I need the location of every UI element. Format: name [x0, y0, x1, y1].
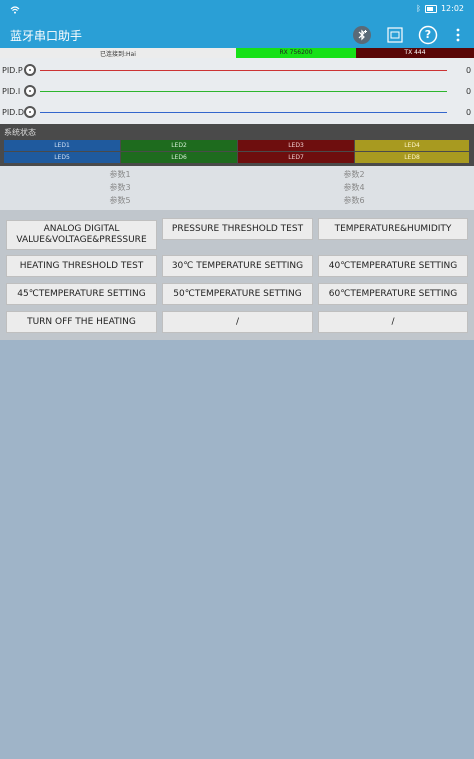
led-8: LED8 — [355, 152, 469, 163]
led-4: LED4 — [355, 140, 469, 151]
app-bar: 蓝牙串口助手 ? — [0, 22, 474, 48]
status-bar: ᛒ 12:02 — [0, 0, 474, 22]
param-2: 参数2 — [343, 170, 365, 179]
rx-counter: RX 756200 — [236, 48, 356, 58]
led-6: LED6 — [121, 152, 237, 163]
pid-d-label: PID.D — [2, 108, 25, 117]
pid-d-row: PID.D 0 — [0, 104, 474, 124]
pid-p-track[interactable] — [40, 70, 447, 71]
led-7: LED7 — [238, 152, 354, 163]
pid-d-value: 0 — [466, 108, 472, 117]
params-panel: 参数1 参数2 参数3 参数4 参数5 参数6 — [0, 166, 474, 210]
empty-slot-button[interactable]: / — [162, 311, 313, 333]
pid-i-label: PID.I — [2, 87, 21, 96]
system-state-title: 系统状态 — [4, 128, 36, 137]
pid-panel: PID.P 0 PID.I 0 PID.D 0 — [0, 58, 474, 124]
pid-p-row: PID.P 0 — [0, 62, 474, 82]
connection-status: 已连接到:Hai — [100, 51, 136, 58]
temp-50-setting-button[interactable]: 50℃TEMPERATURE SETTING — [162, 283, 313, 305]
status-time: 12:02 — [440, 4, 464, 13]
connection-row: 已连接到:Hai RX 756200 TX 444 — [0, 48, 474, 58]
pid-d-slider-knob[interactable] — [24, 106, 36, 118]
temp-60-setting-button[interactable]: 60℃TEMPERATURE SETTING — [318, 283, 468, 305]
pid-d-track[interactable] — [40, 112, 447, 113]
pid-p-slider-knob[interactable] — [24, 64, 36, 76]
bluetooth-status-icon: ᛒ — [416, 4, 421, 13]
overflow-menu-button[interactable] — [448, 25, 468, 45]
app-title: 蓝牙串口助手 — [10, 29, 83, 43]
param-3: 参数3 — [109, 183, 131, 192]
bluetooth-connect-button[interactable] — [352, 25, 372, 45]
pid-i-track[interactable] — [40, 91, 447, 92]
pid-i-row: PID.I 0 — [0, 83, 474, 103]
turn-off-heating-button[interactable]: TURN OFF THE HEATING — [6, 311, 157, 333]
led-5: LED5 — [4, 152, 120, 163]
screen-button[interactable] — [385, 25, 405, 45]
command-button-grid: ANALOG DIGITAL VALUE&VOLTAGE&PRESSURE PR… — [0, 210, 474, 340]
help-icon-label: ? — [424, 28, 432, 41]
temperature-humidity-button[interactable]: TEMPERATURE&HUMIDITY — [318, 218, 468, 240]
pid-i-slider-knob[interactable] — [24, 85, 36, 97]
system-state-panel: 系统状态 LED1 LED2 LED3 LED4 LED5 LED6 LED7 … — [0, 124, 474, 166]
temp-45-setting-button[interactable]: 45℃TEMPERATURE SETTING — [6, 283, 157, 305]
battery-icon — [424, 4, 437, 13]
more-vertical-icon — [456, 28, 460, 42]
analog-digital-button[interactable]: ANALOG DIGITAL VALUE&VOLTAGE&PRESSURE — [6, 220, 157, 250]
heating-threshold-button[interactable]: HEATING THRESHOLD TEST — [6, 255, 157, 277]
empty-slot-button[interactable]: / — [318, 311, 468, 333]
param-6: 参数6 — [343, 196, 365, 205]
help-button[interactable]: ? — [418, 25, 438, 45]
led-3: LED3 — [238, 140, 354, 151]
param-5: 参数5 — [109, 196, 131, 205]
bluetooth-plus-icon — [353, 26, 371, 44]
temp-30-setting-button[interactable]: 30℃ TEMPERATURE SETTING — [162, 255, 313, 277]
param-4: 参数4 — [343, 183, 365, 192]
receive-log[interactable] — [0, 340, 474, 759]
tx-counter: TX 444 — [356, 48, 474, 58]
pid-p-value: 0 — [466, 66, 472, 75]
temp-40-setting-button[interactable]: 40℃TEMPERATURE SETTING — [318, 255, 468, 277]
led-2: LED2 — [121, 140, 237, 151]
pid-i-value: 0 — [466, 87, 472, 96]
wifi-icon — [10, 6, 20, 14]
pressure-threshold-button[interactable]: PRESSURE THRESHOLD TEST — [162, 218, 313, 240]
screen-icon — [387, 27, 403, 43]
pid-p-label: PID.P — [2, 66, 23, 75]
led-1: LED1 — [4, 140, 120, 151]
param-1: 参数1 — [109, 170, 131, 179]
